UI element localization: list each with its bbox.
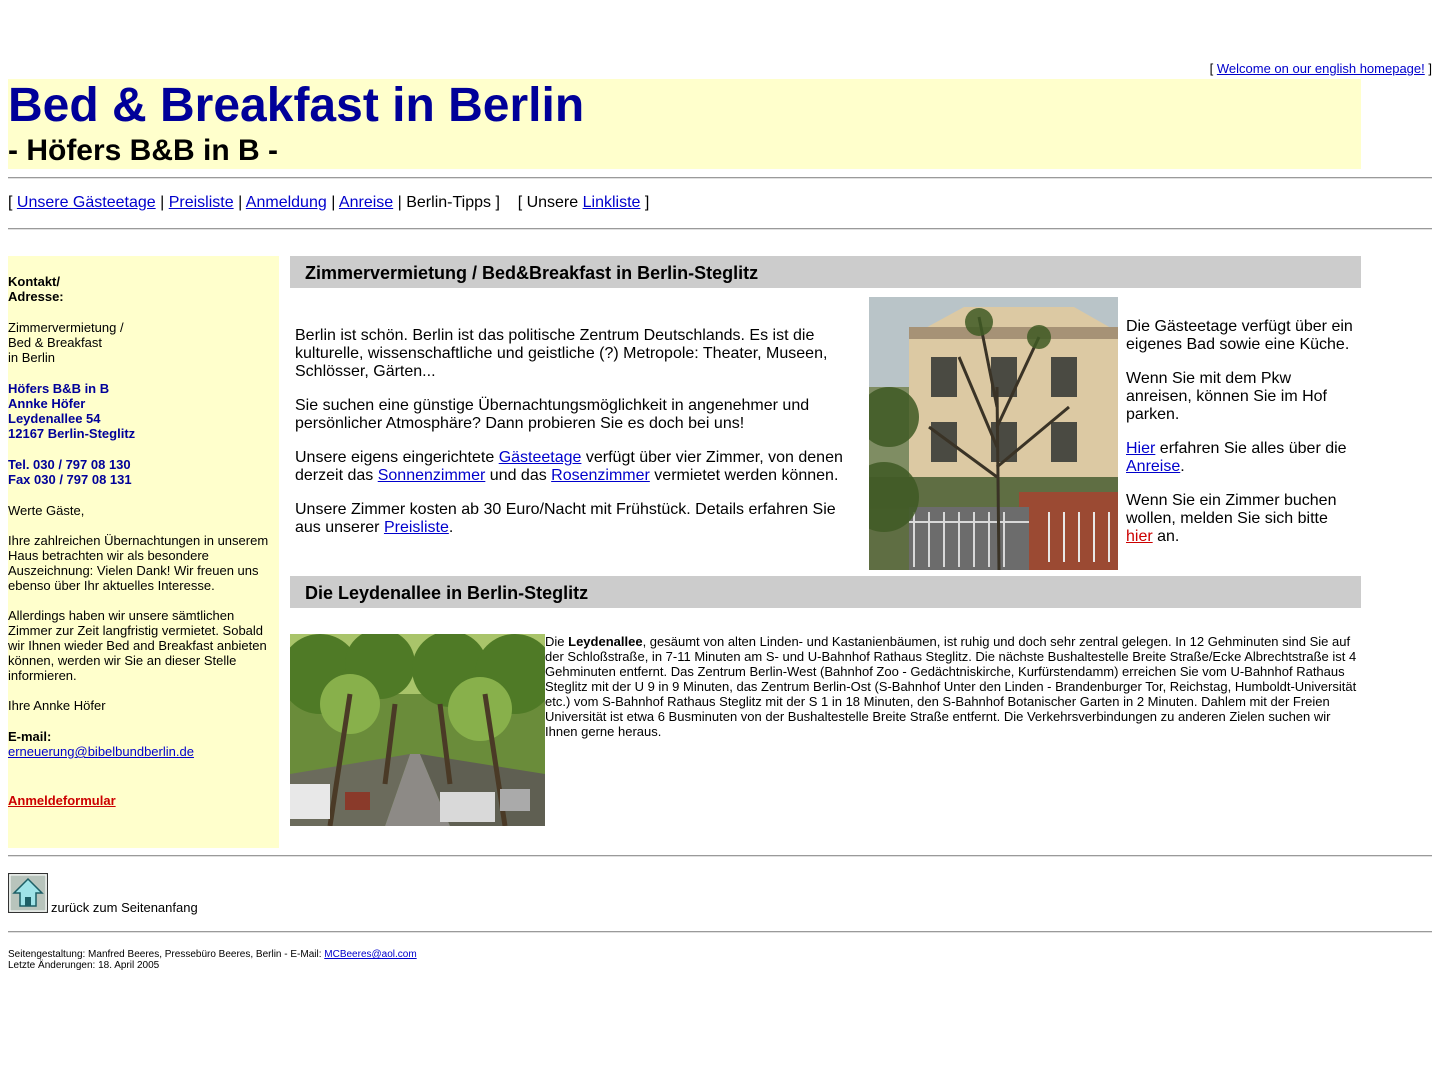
desc-line: in Berlin: [8, 350, 55, 365]
bracket: ]: [1428, 61, 1432, 76]
info-paragraph: Die Gästeetage verfügt über ein eigenes …: [1126, 318, 1353, 353]
text: Unsere eigens eingerichtete: [295, 449, 499, 466]
back-to-top-button[interactable]: [8, 873, 48, 913]
address-line: Leydenallee 54: [8, 411, 101, 426]
sidebar-paragraph: Ihre zahlreichen Übernachtungen in unser…: [8, 533, 269, 593]
signature: Ihre Annke Höfer: [8, 698, 106, 713]
separator: |: [331, 194, 336, 211]
section-heading-zimmervermietung: Zimmervermietung / Bed&Breakfast in Berl…: [290, 256, 1361, 288]
fax-number: Fax 030 / 797 08 131: [8, 472, 132, 487]
address-line: Höfers B&B in B: [8, 381, 110, 396]
address-line: 12167 Berlin-Steglitz: [8, 426, 136, 441]
anmeldeformular-link[interactable]: Anmeldeformular: [8, 793, 116, 808]
sonnenzimmer-link[interactable]: Sonnenzimmer: [378, 467, 486, 484]
separator: |: [238, 194, 243, 211]
sidebar-paragraph: Allerdings haben wir unsere sämtlichen Z…: [8, 608, 267, 683]
section-heading-text: Zimmervermietung / Bed&Breakfast in Berl…: [305, 263, 759, 283]
bracket: ]: [644, 194, 650, 211]
sidebar: Kontakt/ Adresse: Zimmervermietung / Bed…: [8, 256, 279, 848]
intro-paragraph: Unsere Zimmer kosten ab 30 Euro/Nacht mi…: [295, 501, 850, 537]
text: Wenn Sie ein Zimmer buchen wollen, melde…: [1126, 492, 1337, 527]
nav-current-berlin-tipps: Berlin-Tipps: [406, 194, 491, 211]
text: , gesäumt von alten Linden- und Kastanie…: [545, 634, 1357, 739]
text: .: [1180, 458, 1185, 475]
info-paragraph: Hier erfahren Sie alles über die Anreise…: [1126, 440, 1358, 476]
rosenzimmer-link[interactable]: Rosenzimmer: [551, 467, 650, 484]
greeting: Werte Gäste,: [8, 503, 85, 518]
separator: |: [160, 194, 165, 211]
address-line: Annke Höfer: [8, 396, 86, 411]
intro-paragraph: Unsere eigens eingerichtete Gästeetage v…: [295, 449, 850, 485]
hier-anreise-link[interactable]: Hier: [1126, 440, 1155, 457]
page-subtitle: - Höfers B&B in B -: [8, 134, 278, 167]
intro-text: Berlin ist schön. Berlin ist das politis…: [295, 327, 850, 553]
credit-line: Seitengestaltung: Manfred Beeres, Presse…: [8, 949, 417, 960]
preisliste-link[interactable]: Preisliste: [384, 519, 449, 536]
anreise-link[interactable]: Anreise: [1126, 458, 1180, 475]
info-paragraph: Wenn Sie ein Zimmer buchen wollen, melde…: [1126, 492, 1358, 546]
text: vermietet werden können.: [649, 467, 839, 484]
nav-preisliste[interactable]: Preisliste: [169, 194, 234, 211]
text: Die: [545, 634, 569, 649]
section-heading-leydenallee: Die Leydenallee in Berlin-Steglitz: [290, 576, 1361, 608]
email-label: E-mail:: [8, 729, 52, 744]
street-photo: [290, 634, 545, 826]
nav-gaesteetage[interactable]: Unsere Gästeetage: [17, 194, 156, 211]
email-link[interactable]: erneuerung@bibelbundberlin.de: [8, 744, 194, 759]
street-name: Leydenallee: [568, 634, 643, 649]
text: .: [448, 519, 454, 536]
intro-paragraph: Sie suchen eine günstige Übernachtungsmö…: [295, 397, 810, 432]
bracket: [: [1209, 61, 1214, 76]
bracket: [: [8, 194, 13, 211]
intro-paragraph: Berlin ist schön. Berlin ist das politis…: [295, 327, 828, 380]
main-nav: [ Unsere Gästeetage | Preisliste | Anmel…: [8, 194, 649, 212]
leydenallee-text: Die Leydenallee, gesäumt von alten Linde…: [545, 634, 1360, 739]
phone-number: Tel. 030 / 797 08 130: [8, 457, 131, 472]
divider: [8, 855, 1432, 857]
desc-line: Zimmervermietung /: [8, 320, 124, 335]
divider: [8, 931, 1432, 933]
text: und das: [485, 467, 552, 484]
text: an.: [1152, 528, 1180, 545]
house-photo: [869, 297, 1118, 570]
text: erfahren Sie alles über die: [1155, 440, 1347, 457]
nav-anmeldung[interactable]: Anmeldung: [246, 194, 327, 211]
address-heading: Adresse:: [8, 289, 64, 304]
divider: [8, 177, 1432, 179]
house-up-icon: [9, 874, 47, 912]
page-header: Bed & Breakfast in Berlin - Höfers B&B i…: [8, 79, 1361, 169]
page-title: Bed & Breakfast in Berlin: [8, 79, 585, 132]
hier-buchen-link[interactable]: hier: [1126, 528, 1153, 545]
separator: |: [397, 194, 402, 211]
credit-text: Seitengestaltung: Manfred Beeres, Presse…: [8, 949, 325, 960]
nav-links-prefix: [ Unsere: [517, 194, 579, 211]
english-link-line: [ Welcome on our english homepage! ]: [1210, 61, 1432, 76]
back-to-top-label: zurück zum Seitenanfang: [51, 900, 198, 915]
credit-email-link[interactable]: MCBeeres@aol.com: [324, 949, 416, 960]
nav-anreise[interactable]: Anreise: [339, 194, 393, 211]
desc-line: Bed & Breakfast: [8, 335, 102, 350]
text: Unsere Zimmer kosten ab 30 Euro/Nacht mi…: [295, 501, 836, 536]
last-updated: Letzte Änderungen: 18. April 2005: [8, 960, 160, 971]
divider: [8, 228, 1432, 230]
bracket: ]: [495, 194, 500, 211]
nav-linkliste[interactable]: Linkliste: [583, 194, 641, 211]
english-homepage-link[interactable]: Welcome on our english homepage!: [1217, 61, 1425, 76]
info-paragraph: Wenn Sie mit dem Pkw anreisen, können Si…: [1126, 370, 1327, 423]
info-text: Die Gästeetage verfügt über ein eigenes …: [1126, 318, 1358, 562]
gaesteetage-link[interactable]: Gästeetage: [499, 449, 582, 466]
contact-heading: Kontakt/: [8, 274, 60, 289]
section-heading-text: Die Leydenallee in Berlin-Steglitz: [305, 583, 589, 603]
